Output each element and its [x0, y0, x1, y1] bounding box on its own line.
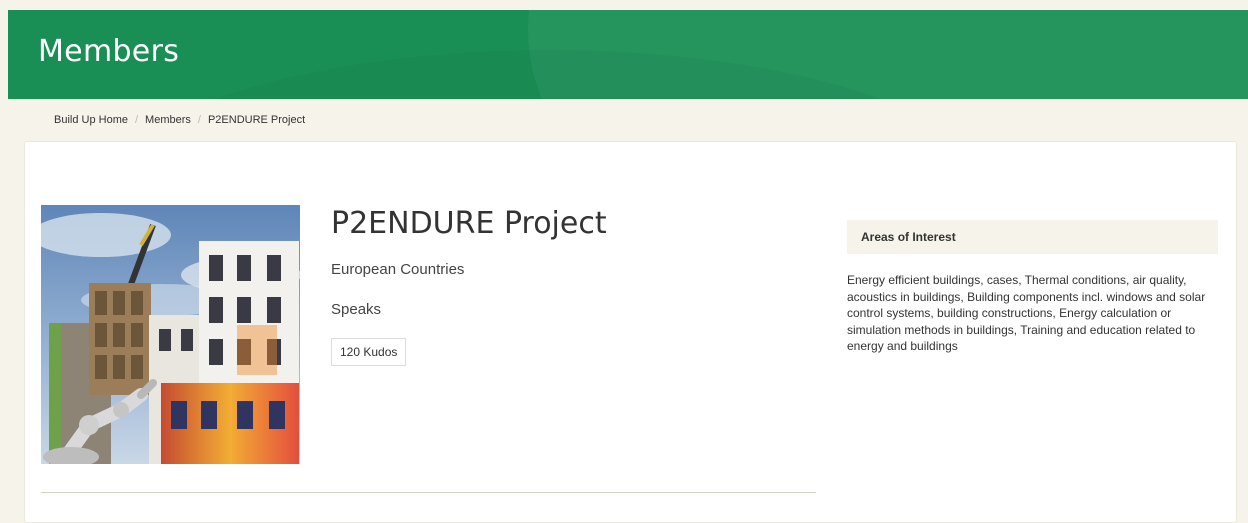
- profile-image: [41, 205, 300, 464]
- areas-of-interest-text: Energy efficient buildings, cases, Therm…: [847, 273, 1206, 353]
- page-title: Members: [38, 34, 180, 69]
- member-country: European Countries: [331, 261, 465, 278]
- areas-of-interest-header: Areas of Interest: [847, 220, 1218, 254]
- page-header: Members: [8, 10, 1248, 99]
- breadcrumb-members-link[interactable]: Members: [145, 114, 191, 126]
- section-divider: [41, 492, 816, 493]
- breadcrumb-home-link[interactable]: Build Up Home: [54, 114, 128, 126]
- breadcrumb-separator: /: [134, 114, 139, 126]
- areas-of-interest-title: Areas of Interest: [861, 230, 956, 244]
- kudos-badge[interactable]: 120 Kudos: [331, 338, 407, 366]
- member-name: P2ENDURE Project: [331, 206, 607, 241]
- member-speaks: Speaks: [331, 301, 382, 318]
- breadcrumb-current: P2ENDURE Project: [207, 114, 306, 126]
- member-profile-panel: P2ENDURE Project European Countries Spea…: [24, 141, 1237, 523]
- breadcrumb: Build Up Home / Members / P2ENDURE Project: [54, 114, 305, 126]
- breadcrumb-separator: /: [197, 114, 201, 126]
